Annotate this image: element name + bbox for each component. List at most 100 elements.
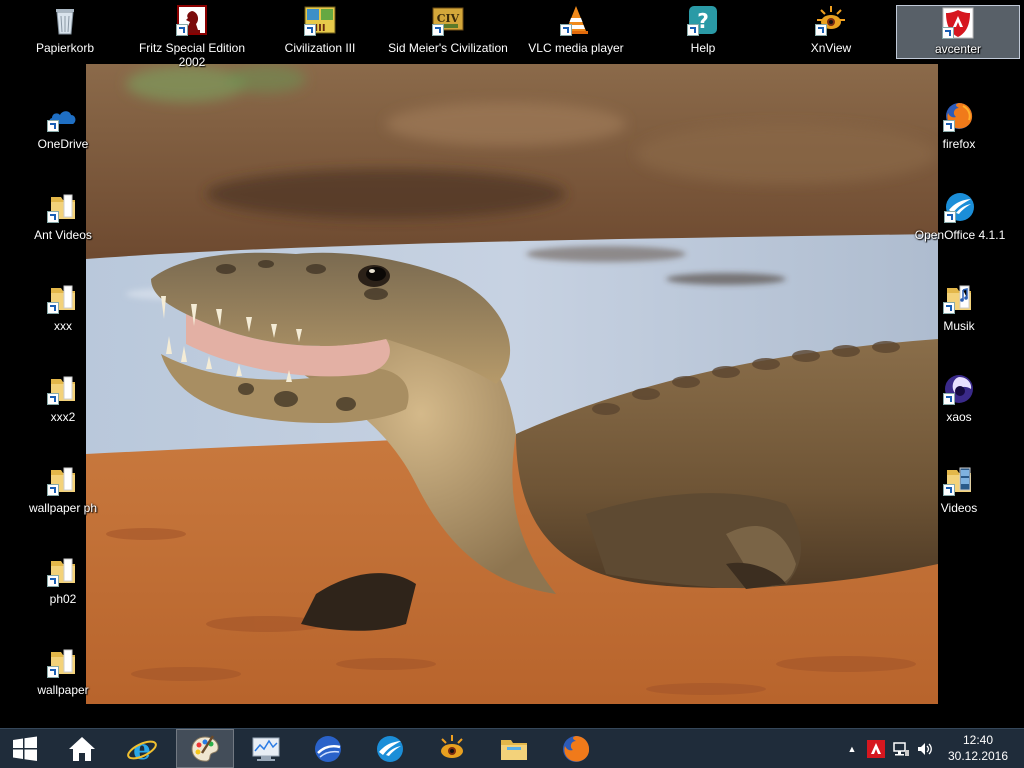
volume-icon <box>918 742 932 755</box>
taskbar-openoffice-button[interactable] <box>362 729 418 768</box>
taskbar-xnview-button[interactable] <box>424 729 480 768</box>
desktop-icon-label: Papierkorb <box>35 41 95 55</box>
shortcut-arrow-icon <box>47 575 59 587</box>
show-hidden-icons-button[interactable]: ▲ <box>844 729 860 768</box>
desktop-icon-fritz[interactable]: Fritz Special Edition 2002 <box>132 0 252 80</box>
chevron-up-icon: ▲ <box>847 743 857 754</box>
civ-icon: CIV <box>432 4 464 36</box>
desktop-icon-recycle-bin[interactable]: Papierkorb <box>22 0 108 80</box>
desktop-icon-xnview[interactable]: XnView <box>788 0 874 80</box>
firefox-icon <box>563 735 590 762</box>
taskbar-file-explorer-button[interactable] <box>486 729 542 768</box>
desktop-icon-label: xxx <box>54 319 72 333</box>
shortcut-arrow-icon <box>815 24 827 36</box>
google-earth-icon <box>315 735 341 762</box>
desktop-icon-musik[interactable]: Musik <box>916 278 1002 358</box>
shortcut-arrow-icon <box>432 24 444 36</box>
desktop-icon-label: XnView <box>810 41 852 55</box>
desktop-icon-label: xxx2 <box>50 410 76 424</box>
shortcut-arrow-icon <box>687 24 699 36</box>
shortcut-arrow-icon <box>47 393 59 405</box>
desktop-icon-vlc[interactable]: VLC media player <box>516 0 636 80</box>
recycle-bin-icon <box>49 4 81 36</box>
desktop-icon-label: wallpaper ph <box>28 501 98 515</box>
desktop-icon-xxx2[interactable]: xxx2 <box>20 369 106 449</box>
desktop-icon-label: Civilization III <box>284 41 356 55</box>
taskbar-clock[interactable]: 12:40 30.12.2016 <box>938 732 1018 766</box>
shortcut-arrow-icon <box>944 211 956 223</box>
start-button[interactable] <box>0 729 50 768</box>
avira-tray-button[interactable] <box>864 729 888 768</box>
fritz-chess-icon <box>176 4 208 36</box>
shortcut-arrow-icon <box>176 24 188 36</box>
taskbar-firefox-button[interactable] <box>548 729 604 768</box>
xnview-icon <box>815 4 847 36</box>
desktop-icon-videos[interactable]: Videos <box>916 460 1002 540</box>
desktop-icon-label: Help <box>690 41 716 55</box>
network-icon <box>893 741 909 756</box>
vlc-icon <box>560 4 592 36</box>
desktop-icon-sid-meiers-civilization[interactable]: CIV Sid Meier's Civilization <box>388 0 508 80</box>
taskbar-home-button[interactable] <box>54 729 110 768</box>
shortcut-arrow-icon <box>943 393 955 405</box>
taskbar-system-monitor-button[interactable] <box>238 729 294 768</box>
desktop-icon-xaos[interactable]: xaos <box>916 369 1002 449</box>
desktop-icon-label: Sid Meier's Civilization <box>388 41 508 55</box>
firefox-icon <box>943 100 975 132</box>
monitor-chart-icon <box>252 737 280 761</box>
desktop-icon-onedrive[interactable]: OneDrive <box>20 96 106 176</box>
shortcut-arrow-icon <box>560 24 572 36</box>
folder-icon <box>47 646 79 678</box>
desktop-icon-label: Musik <box>943 319 975 333</box>
desktop-icon-civilization-3[interactable]: III Civilization III <box>260 0 380 80</box>
desktop-icon-firefox[interactable]: firefox <box>916 96 1002 176</box>
desktop-icon-label: OpenOffice 4.1.1 <box>914 228 1006 242</box>
desktop-icon-help[interactable]: ? Help <box>660 0 746 80</box>
shortcut-arrow-icon <box>47 120 59 132</box>
shortcut-arrow-icon <box>47 484 59 496</box>
desktop-icon-label: firefox <box>942 137 976 151</box>
desktop-icon-xxx[interactable]: xxx <box>20 278 106 358</box>
desktop-icon-label: avcenter <box>934 42 982 56</box>
avira-icon <box>942 7 974 39</box>
openoffice-icon <box>377 735 403 762</box>
shortcut-arrow-icon <box>943 302 955 314</box>
file-explorer-icon <box>501 739 527 760</box>
shortcut-arrow-icon <box>47 666 59 678</box>
openoffice-icon <box>944 191 976 223</box>
folder-icon <box>47 464 79 496</box>
desktop-icon-label-line2: 2002 <box>178 55 206 69</box>
desktop-icon-label: Ant Videos <box>34 228 92 242</box>
desktop-icon-ant-videos[interactable]: Ant Videos <box>20 187 106 267</box>
xnview-icon <box>441 734 463 758</box>
desktop-icon-openoffice[interactable]: OpenOffice 4.1.1 <box>900 187 1020 267</box>
volume-tray-button[interactable] <box>914 729 936 768</box>
desktop-icon-ph02[interactable]: ph02 <box>20 551 106 631</box>
desktop-icon-wallpaper-ph[interactable]: wallpaper ph <box>20 460 106 540</box>
taskbar-paint-button[interactable] <box>176 729 234 768</box>
caiman-wallpaper-image <box>86 64 938 704</box>
avira-tray-icon <box>867 739 885 758</box>
taskbar-google-earth-button[interactable] <box>300 729 356 768</box>
music-folder-icon <box>943 282 975 314</box>
svg-text:III: III <box>314 23 325 34</box>
home-icon <box>69 736 95 761</box>
help-icon: ? <box>687 4 719 36</box>
clock-date: 30.12.2016 <box>947 749 1009 763</box>
desktop-icon-wallpaper[interactable]: wallpaper <box>20 642 106 722</box>
desktop-icon-label: Videos <box>940 501 978 515</box>
desktop-icon-label: ph02 <box>49 592 77 606</box>
xaos-icon <box>943 373 975 405</box>
folder-icon <box>47 191 79 223</box>
taskbar: e ▲ 12:40 30.12.2016 <box>0 728 1024 768</box>
desktop-wallpaper <box>86 64 938 704</box>
civ3-icon: III <box>304 4 336 36</box>
shortcut-arrow-icon <box>942 27 954 39</box>
taskbar-internet-explorer-button[interactable]: e <box>114 729 170 768</box>
internet-explorer-icon: e <box>127 733 157 765</box>
windows-start-icon <box>13 736 37 761</box>
video-folder-icon <box>943 464 975 496</box>
shortcut-arrow-icon <box>943 120 955 132</box>
network-tray-button[interactable] <box>890 729 912 768</box>
desktop-icon-avcenter[interactable]: avcenter <box>896 5 1020 59</box>
